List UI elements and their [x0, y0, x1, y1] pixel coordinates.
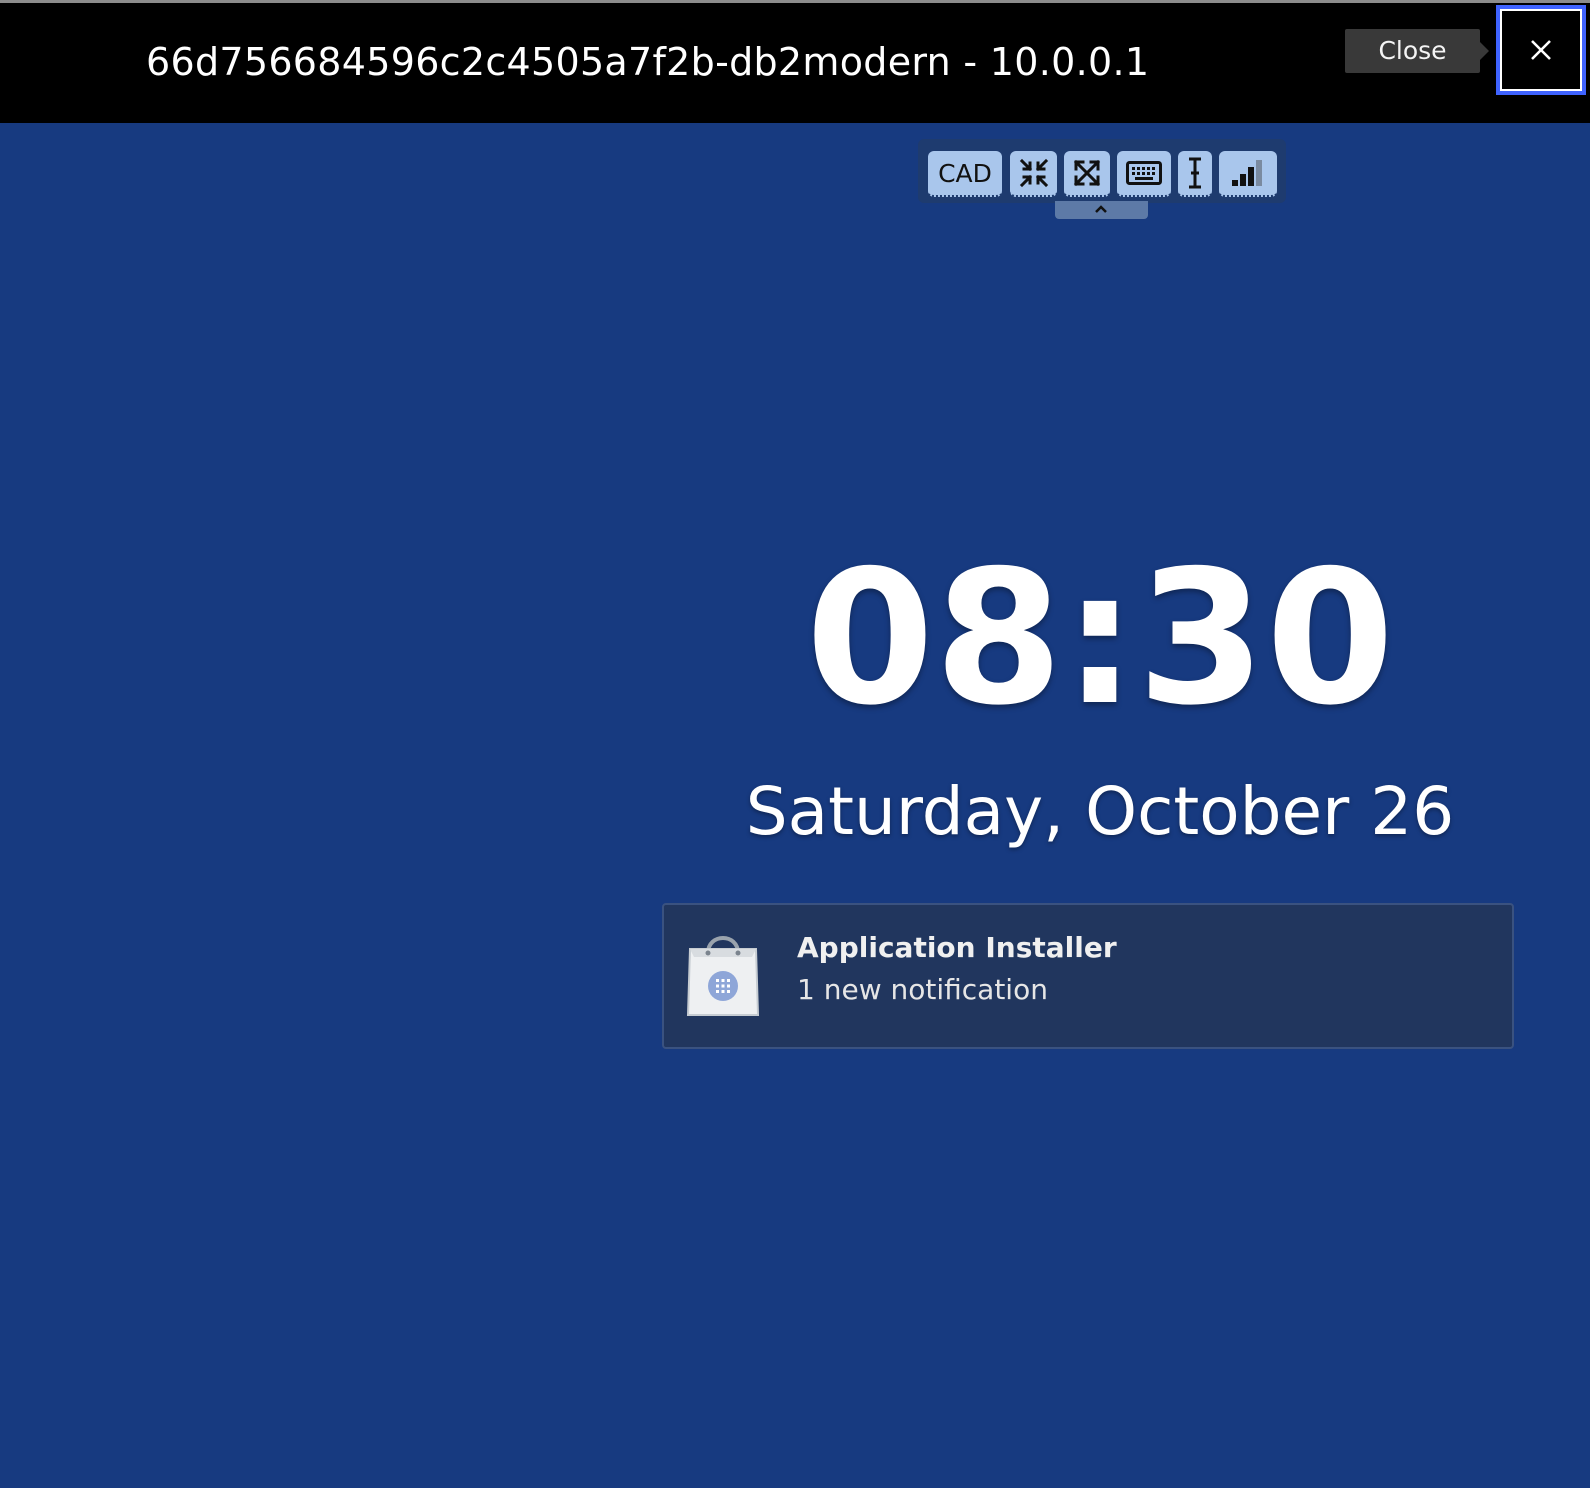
- text-cursor-icon: [1189, 157, 1201, 189]
- keyboard-icon: [1126, 161, 1162, 185]
- compress-arrows-icon: [1019, 158, 1048, 188]
- connection-quality-button[interactable]: [1219, 151, 1277, 197]
- ctrl-alt-del-button[interactable]: CAD: [928, 151, 1002, 197]
- shopping-bag-icon: [686, 936, 760, 1016]
- notification-message: 1 new notification: [797, 973, 1048, 1006]
- toolbar-toggle-handle[interactable]: [1055, 201, 1148, 219]
- notification-title: Application Installer: [797, 931, 1117, 964]
- notification-card[interactable]: Application Installer 1 new notification: [662, 903, 1514, 1049]
- keyboard-button[interactable]: [1117, 151, 1171, 197]
- close-tooltip: Close: [1345, 29, 1489, 73]
- close-icon: [1531, 40, 1551, 60]
- expand-arrows-icon: [1073, 159, 1101, 187]
- session-header: 66d756684596c2c4505a7f2b-db2modern - 10.…: [0, 3, 1590, 123]
- lock-screen-clock: 08:30: [805, 530, 1395, 746]
- session-title: 66d756684596c2c4505a7f2b-db2modern - 10.…: [146, 40, 1150, 84]
- exit-fullscreen-button[interactable]: [1010, 151, 1057, 197]
- remote-toolbar: CAD: [918, 139, 1286, 203]
- signal-bars-icon: [1232, 160, 1262, 186]
- close-button[interactable]: [1496, 5, 1586, 95]
- fullscreen-button[interactable]: [1064, 151, 1110, 197]
- text-cursor-button[interactable]: [1178, 151, 1212, 197]
- chevron-up-icon: [1095, 205, 1107, 213]
- lock-screen-date: Saturday, October 26: [745, 773, 1455, 850]
